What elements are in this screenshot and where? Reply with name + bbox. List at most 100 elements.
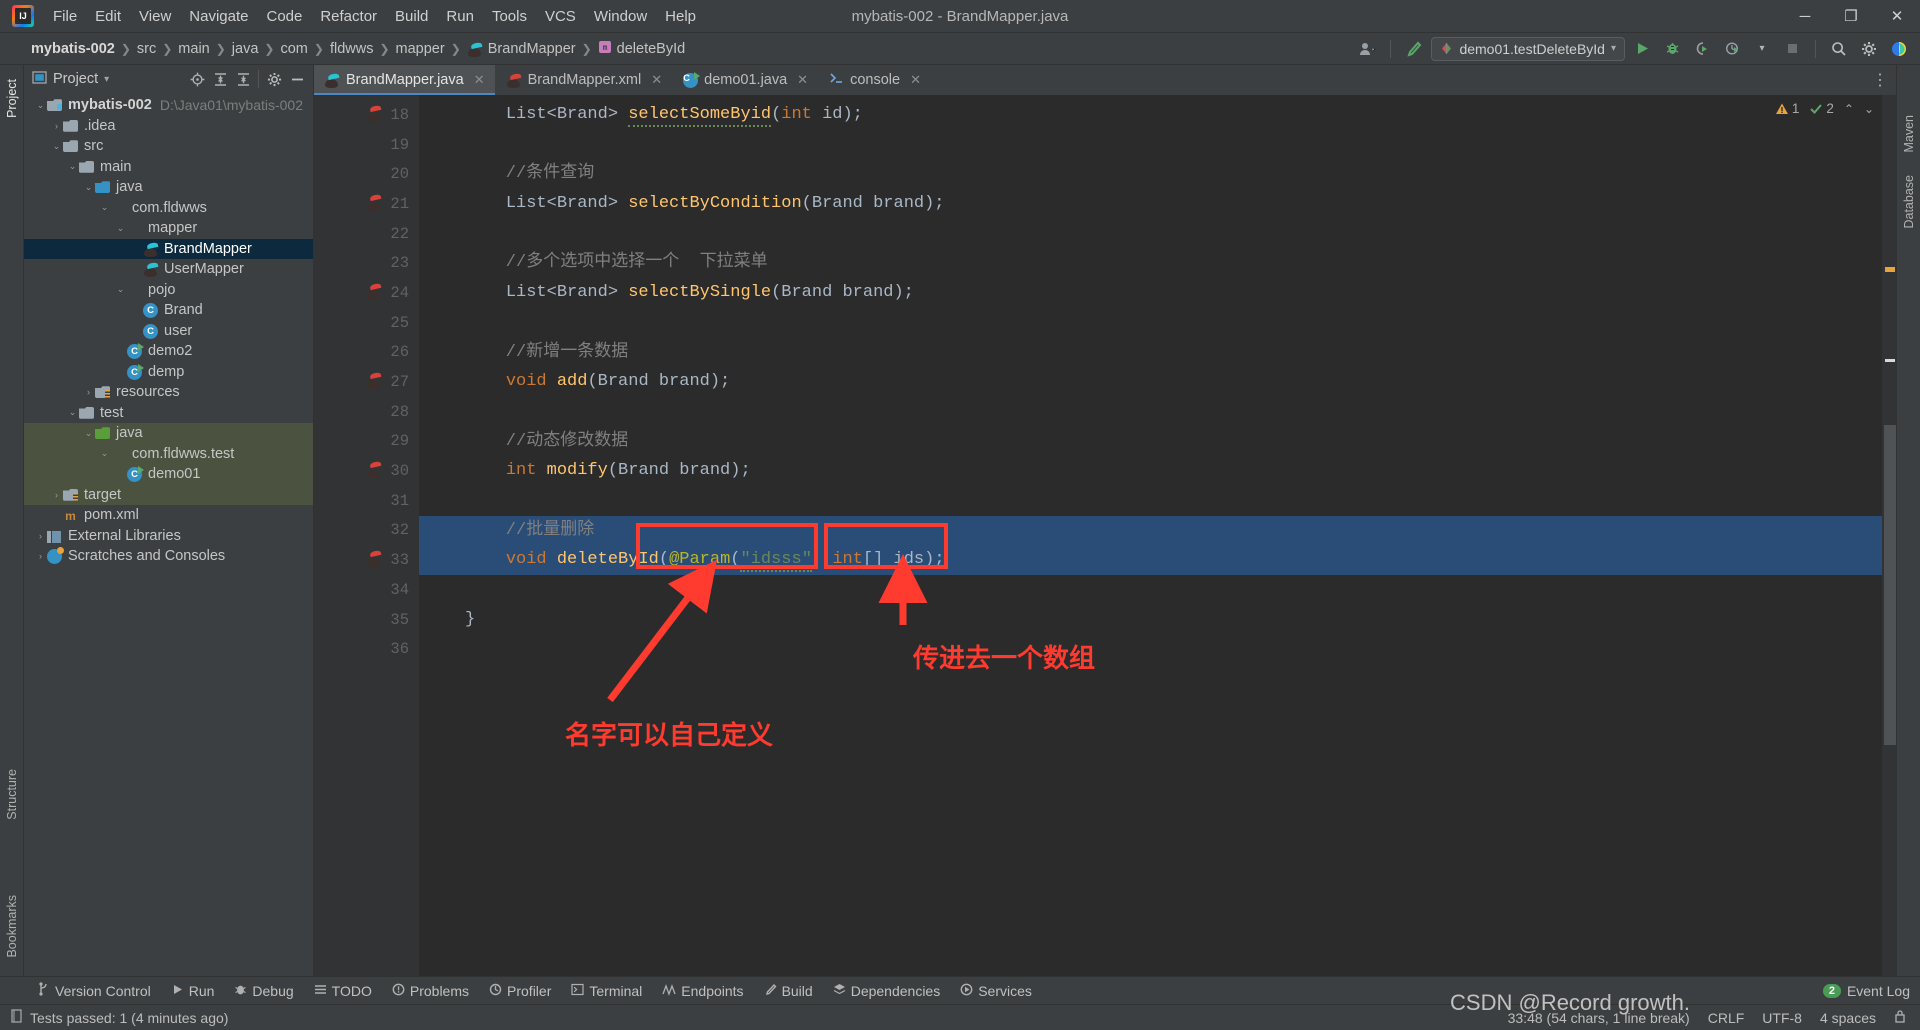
code-line[interactable]: void deleteById(@Param("idsss" int[] ids… bbox=[419, 545, 1882, 575]
chevron-down-icon[interactable]: ⌄ bbox=[82, 182, 95, 193]
tree-node-resources[interactable]: › resources bbox=[24, 382, 313, 403]
code-line[interactable]: List<Brand> selectBySingle(Brand brand); bbox=[419, 278, 1882, 308]
expand-all-icon[interactable] bbox=[210, 69, 230, 89]
breadcrumb-item-mybatis-002[interactable]: mybatis-002 bbox=[12, 41, 115, 57]
collapse-all-icon[interactable] bbox=[233, 69, 253, 89]
chevron-down-icon[interactable]: ⌄ bbox=[66, 161, 79, 172]
tree-node-src[interactable]: ⌄ src bbox=[24, 136, 313, 157]
locate-icon[interactable] bbox=[187, 69, 207, 89]
sidebar-tab-structure[interactable]: Structure bbox=[3, 761, 21, 828]
tool-window-todo[interactable]: TODO bbox=[305, 980, 381, 1002]
editor-gutter[interactable]: 18 19 20 21 22 23 24 25 26 27 28 29 30 31 32 33 34 35 36 bbox=[314, 95, 419, 976]
check-count[interactable]: 2 bbox=[1809, 101, 1834, 116]
menu-file[interactable]: File bbox=[44, 4, 86, 29]
chevron-down-icon[interactable]: ▾ bbox=[1749, 37, 1775, 61]
chevron-down-icon[interactable]: ⌄ bbox=[34, 100, 47, 111]
tool-window-problems[interactable]: Problems bbox=[383, 980, 478, 1002]
tree-node-demo01[interactable]: demo01 bbox=[24, 464, 313, 485]
editor-tab-options[interactable]: ⋮ bbox=[1872, 65, 1896, 95]
mybatis-statement-gutter-icon[interactable] bbox=[366, 193, 384, 212]
gutter-line[interactable]: 20 bbox=[314, 159, 419, 189]
tool-window-build[interactable]: Build bbox=[755, 980, 822, 1002]
code-line[interactable]: int modify(Brand brand); bbox=[419, 456, 1882, 486]
menu-window[interactable]: Window bbox=[585, 4, 656, 29]
tree-node-usermapper[interactable]: UserMapper bbox=[24, 259, 313, 280]
breadcrumb-item-brandmapper[interactable]: BrandMapper bbox=[467, 41, 576, 57]
menu-help[interactable]: Help bbox=[656, 4, 705, 29]
close-tab-icon[interactable]: ✕ bbox=[910, 72, 921, 88]
gutter-line[interactable]: 22 bbox=[314, 219, 419, 249]
chevron-right-icon[interactable]: › bbox=[50, 490, 63, 500]
chevron-down-icon[interactable]: ⌄ bbox=[50, 141, 63, 152]
gutter-line[interactable]: 28 bbox=[314, 397, 419, 427]
chevron-down-icon[interactable]: ⌄ bbox=[82, 428, 95, 439]
tree-node-external-libraries[interactable]: › External Libraries bbox=[24, 526, 313, 547]
code-line[interactable] bbox=[419, 130, 1882, 160]
code-line[interactable]: List<Brand> selectSomeByid(int id); bbox=[419, 100, 1882, 130]
close-tab-icon[interactable]: ✕ bbox=[651, 72, 662, 88]
tree-node-pojo[interactable]: ⌄ pojo bbox=[24, 280, 313, 301]
menu-vcs[interactable]: VCS bbox=[536, 4, 585, 29]
menu-code[interactable]: Code bbox=[257, 4, 311, 29]
project-tree[interactable]: ⌄ mybatis-002 D:\Java01\mybatis-002 › .idea ⌄… bbox=[24, 93, 313, 976]
chevron-right-icon[interactable]: › bbox=[34, 551, 47, 561]
code-line[interactable] bbox=[419, 397, 1882, 427]
event-log-area[interactable]: 2 Event Log bbox=[1822, 983, 1920, 999]
tree-node-target[interactable]: › target bbox=[24, 484, 313, 505]
search-icon[interactable] bbox=[1826, 37, 1852, 61]
breadcrumb-item-deletebyid[interactable]: m deleteById bbox=[598, 40, 685, 58]
gutter-line[interactable]: 31 bbox=[314, 486, 419, 516]
chevron-down-icon[interactable]: ⌄ bbox=[98, 448, 111, 459]
code-line[interactable]: List<Brand> selectByCondition(Brand bran… bbox=[419, 189, 1882, 219]
close-tab-icon[interactable]: ✕ bbox=[474, 72, 485, 88]
tree-node-brand[interactable]: Brand bbox=[24, 300, 313, 321]
breadcrumb-item-com[interactable]: com bbox=[280, 41, 307, 57]
breadcrumb-item-fldwws[interactable]: fldwws bbox=[330, 41, 374, 57]
run-configuration-selector[interactable]: demo01.testDeleteById ▾ bbox=[1431, 36, 1625, 61]
editor-tab-brandmapper-xml[interactable]: BrandMapper.xml ✕ bbox=[495, 65, 674, 95]
editor-tab-console[interactable]: console ✕ bbox=[819, 65, 932, 95]
run-button[interactable] bbox=[1629, 37, 1655, 61]
inspection-widget[interactable]: 1 2 ⌃ ⌄ bbox=[1775, 101, 1874, 116]
chevron-right-icon[interactable]: › bbox=[82, 387, 95, 397]
menu-edit[interactable]: Edit bbox=[86, 4, 130, 29]
gutter-line[interactable]: 27 bbox=[314, 367, 419, 397]
code-line[interactable] bbox=[419, 575, 1882, 605]
gutter-line[interactable]: 34 bbox=[314, 575, 419, 605]
chevron-down-icon[interactable]: ▾ bbox=[104, 74, 109, 85]
tree-node-demp[interactable]: demp bbox=[24, 362, 313, 383]
gutter-line[interactable]: 21 bbox=[314, 189, 419, 219]
tree-node-user[interactable]: user bbox=[24, 321, 313, 342]
maximize-button[interactable]: ❐ bbox=[1828, 0, 1874, 33]
code-line[interactable]: //动态修改数据 bbox=[419, 427, 1882, 457]
stop-button[interactable] bbox=[1779, 37, 1805, 61]
tool-window-version-control[interactable]: Version Control bbox=[28, 979, 160, 1002]
code-line[interactable] bbox=[419, 486, 1882, 516]
debug-button[interactable] bbox=[1659, 37, 1685, 61]
editor-marker-bar[interactable] bbox=[1882, 95, 1896, 976]
code-line[interactable] bbox=[419, 219, 1882, 249]
tool-window-dependencies[interactable]: Dependencies bbox=[824, 980, 950, 1002]
code-line[interactable]: //条件查询 bbox=[419, 159, 1882, 189]
gutter-line[interactable]: 19 bbox=[314, 130, 419, 160]
close-button[interactable]: ✕ bbox=[1874, 0, 1920, 33]
chevron-right-icon[interactable]: › bbox=[34, 531, 47, 541]
mybatis-statement-gutter-icon[interactable] bbox=[366, 460, 384, 479]
gutter-line[interactable]: 35 bbox=[314, 605, 419, 635]
chevron-down-icon[interactable]: ⌄ bbox=[66, 407, 79, 418]
minimize-button[interactable]: ─ bbox=[1782, 0, 1828, 33]
tree-node-brandmapper[interactable]: BrandMapper bbox=[24, 238, 313, 259]
code-line[interactable] bbox=[419, 308, 1882, 338]
sidebar-tab-maven[interactable]: Maven bbox=[1900, 107, 1918, 161]
user-icon[interactable] bbox=[1354, 37, 1380, 61]
code-line[interactable]: //多个选项中选择一个 下拉菜单 bbox=[419, 248, 1882, 278]
more-options-icon[interactable]: ⋮ bbox=[1872, 70, 1890, 90]
gear-icon[interactable] bbox=[1856, 37, 1882, 61]
editor-tab-brandmapper-java[interactable]: BrandMapper.java ✕ bbox=[314, 65, 496, 95]
tree-node-test[interactable]: ⌄ test bbox=[24, 403, 313, 424]
code-content[interactable]: List<Brand> selectSomeByid(int id); //条件… bbox=[419, 95, 1882, 976]
tool-window-run[interactable]: Run bbox=[162, 980, 224, 1002]
tool-window-endpoints[interactable]: Endpoints bbox=[653, 980, 752, 1002]
tool-window-debug[interactable]: Debug bbox=[225, 980, 302, 1002]
hammer-icon[interactable] bbox=[1401, 37, 1427, 61]
